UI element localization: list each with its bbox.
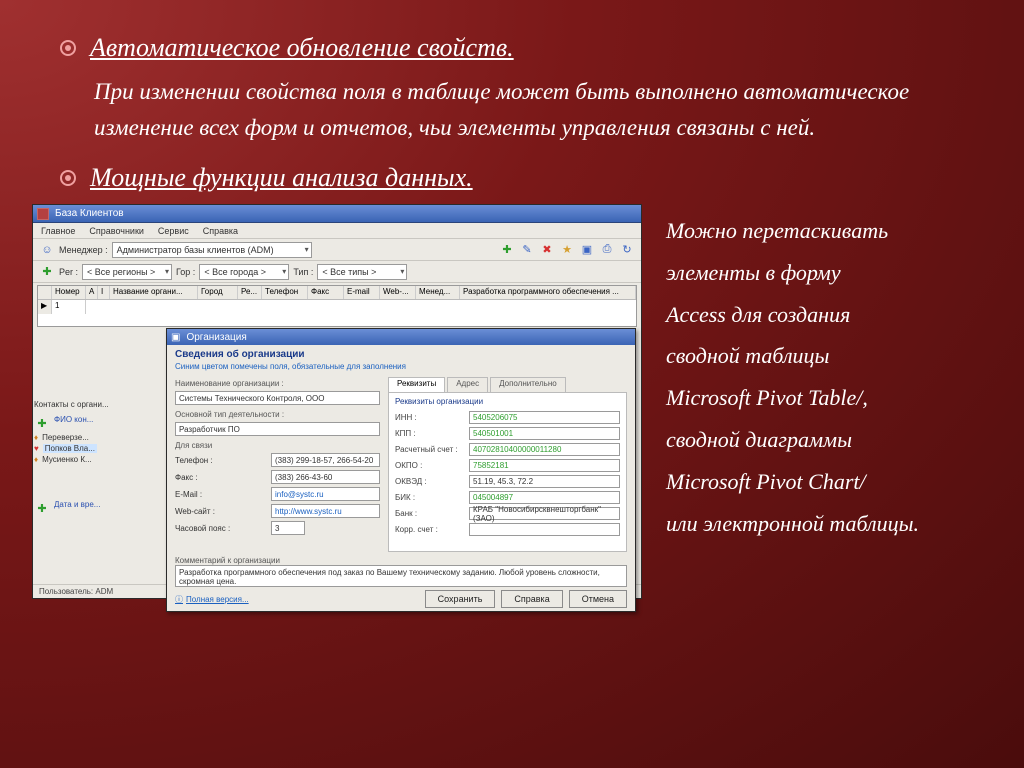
add-icon[interactable]: ✚ xyxy=(499,242,515,258)
per-label: Per : xyxy=(59,267,78,277)
list-item[interactable]: Переверзе... xyxy=(42,433,89,442)
tab-extra[interactable]: Дополнительно xyxy=(490,377,566,393)
paragraph-auto-update: При изменении свойства поля в таблице мо… xyxy=(94,74,974,145)
heading-analysis: Мощные функции анализа данных. xyxy=(90,160,473,196)
tz-label: Часовой пояс : xyxy=(175,524,267,533)
bullet-icon xyxy=(60,170,76,186)
email-label: E-Mail : xyxy=(175,490,267,499)
heading-auto-update: Автоматическое обновление свойств. xyxy=(90,30,514,66)
grid-row[interactable]: ▶ 1 xyxy=(38,300,636,314)
save-button[interactable]: Сохранить xyxy=(425,590,496,608)
contact-group-label: Для связи xyxy=(175,441,380,450)
info-icon: ⓘ xyxy=(175,594,183,605)
comment-label: Комментарий к организации xyxy=(175,556,627,565)
manager-select[interactable]: Администратор базы клиентов (ADM) xyxy=(112,242,312,258)
status-user: Пользователь: ADM xyxy=(39,587,113,596)
dialog-title: Организация xyxy=(186,332,246,343)
menu-dicts[interactable]: Справочники xyxy=(89,226,144,236)
menu-service[interactable]: Сервис xyxy=(158,226,189,236)
gor-label: Гор : xyxy=(176,267,195,277)
list-item[interactable]: Мусиенко К... xyxy=(42,455,92,464)
add2-icon[interactable]: ✚ xyxy=(39,264,55,280)
bullet-icon xyxy=(60,40,76,56)
rs-label: Расчетный счет : xyxy=(395,445,465,454)
okpo-input[interactable]: 75852181 xyxy=(469,459,620,472)
ks-input[interactable] xyxy=(469,523,620,536)
tel-label: Телефон : xyxy=(175,456,267,465)
grid-header: Номер А I Название органи... Город Ре...… xyxy=(38,286,636,300)
tip-label: Тип : xyxy=(293,267,313,277)
bik-label: БИК : xyxy=(395,493,465,502)
contacts-panel: Контакты с органи... ✚ ФИО кон... ♦Перев… xyxy=(34,399,164,517)
web-input[interactable]: http://www.systc.ru xyxy=(271,504,380,518)
email-input[interactable]: info@systc.ru xyxy=(271,487,380,501)
kpp-label: КПП : xyxy=(395,429,465,438)
edit-icon[interactable]: ✎ xyxy=(519,242,535,258)
org-type-input[interactable]: Разработчик ПО xyxy=(175,422,380,436)
req-group-label: Реквизиты организации xyxy=(395,397,620,406)
tab-requisites[interactable]: Реквизиты xyxy=(388,377,445,393)
okved-input[interactable]: 51.19, 45.3, 72.2 xyxy=(469,475,620,488)
dialog-heading: Сведения об организации xyxy=(175,349,627,360)
refresh-icon[interactable]: ↻ xyxy=(619,242,635,258)
org-name-label: Наименование организации : xyxy=(175,379,380,388)
paragraph-analysis: Можно перетаскивать элементы в форму Acc… xyxy=(666,204,919,599)
ks-label: Корр. счет : xyxy=(395,525,465,534)
print-icon[interactable]: ⎙ xyxy=(599,242,615,258)
manager-label: Менеджер : xyxy=(59,245,108,255)
org-name-input[interactable]: Системы Технического Контроля, ООО xyxy=(175,391,380,405)
full-version-link[interactable]: ⓘ Полная версия... xyxy=(175,594,249,605)
folder-icon[interactable]: ▣ xyxy=(579,242,595,258)
app-icon xyxy=(37,208,49,220)
bank-input[interactable]: КРАБ "Новосибирсквнешторгбанк" (ЗАО) xyxy=(469,507,620,520)
delete-icon[interactable]: ✖ xyxy=(539,242,555,258)
gor-select[interactable]: < Все города > xyxy=(199,264,289,280)
toolbar-manager: ☺ Менеджер : Администратор базы клиентов… xyxy=(33,239,641,261)
fax-input[interactable]: (383) 266-43-60 xyxy=(271,470,380,484)
cancel-button[interactable]: Отмена xyxy=(569,590,627,608)
tip-select[interactable]: < Все типы > xyxy=(317,264,407,280)
inn-input[interactable]: 5405206075 xyxy=(469,411,620,424)
kpp-input[interactable]: 540501001 xyxy=(469,427,620,440)
user-icon: ☺ xyxy=(39,242,55,258)
web-label: Web-сайт : xyxy=(175,507,267,516)
app-titlebar[interactable]: База Клиентов xyxy=(33,205,641,223)
bank-label: Банк : xyxy=(395,509,465,518)
fax-label: Факс : xyxy=(175,473,267,482)
tab-address[interactable]: Адрес xyxy=(447,377,488,393)
menubar[interactable]: Главное Справочники Сервис Справка xyxy=(33,223,641,239)
okpo-label: ОКПО : xyxy=(395,461,465,470)
help-button[interactable]: Справка xyxy=(501,590,562,608)
okved-label: ОКВЭД : xyxy=(395,477,465,486)
list-item[interactable]: Попков Вла... xyxy=(43,444,97,453)
dialog-icon: ▣ xyxy=(171,332,180,343)
org-type-label: Основной тип деятельности : xyxy=(175,410,380,419)
dialog-subheading: Синим цветом помечены поля, обязательные… xyxy=(175,362,627,371)
app-title: База Клиентов xyxy=(55,208,124,219)
inn-label: ИНН : xyxy=(395,413,465,422)
contacts-header: Контакты с органи... xyxy=(34,399,164,410)
rs-input[interactable]: 40702810400000011280 xyxy=(469,443,620,456)
menu-help[interactable]: Справка xyxy=(203,226,238,236)
org-grid[interactable]: Номер А I Название органи... Город Ре...… xyxy=(37,285,637,327)
add-icon[interactable]: ✚ xyxy=(34,500,50,516)
star-icon[interactable]: ★ xyxy=(559,242,575,258)
history-header: Дата и вре... xyxy=(54,500,100,516)
fio-col: ФИО кон... xyxy=(54,415,93,431)
tz-input[interactable]: 3 xyxy=(271,521,305,535)
dialog-titlebar[interactable]: ▣ Организация xyxy=(167,329,635,345)
toolbar-filter: ✚ Per : < Все регионы > Гор : < Все горо… xyxy=(33,261,641,283)
tel-input[interactable]: (383) 299-18-57, 266-54-20 xyxy=(271,453,380,467)
menu-main[interactable]: Главное xyxy=(41,226,75,236)
comment-input[interactable]: Разработка программного обеспечения под … xyxy=(175,565,627,587)
org-dialog: ▣ Организация Сведения об организации Си… xyxy=(166,328,636,612)
add-icon[interactable]: ✚ xyxy=(34,415,50,431)
per-select[interactable]: < Все регионы > xyxy=(82,264,172,280)
bik-input[interactable]: 045004897 xyxy=(469,491,620,504)
